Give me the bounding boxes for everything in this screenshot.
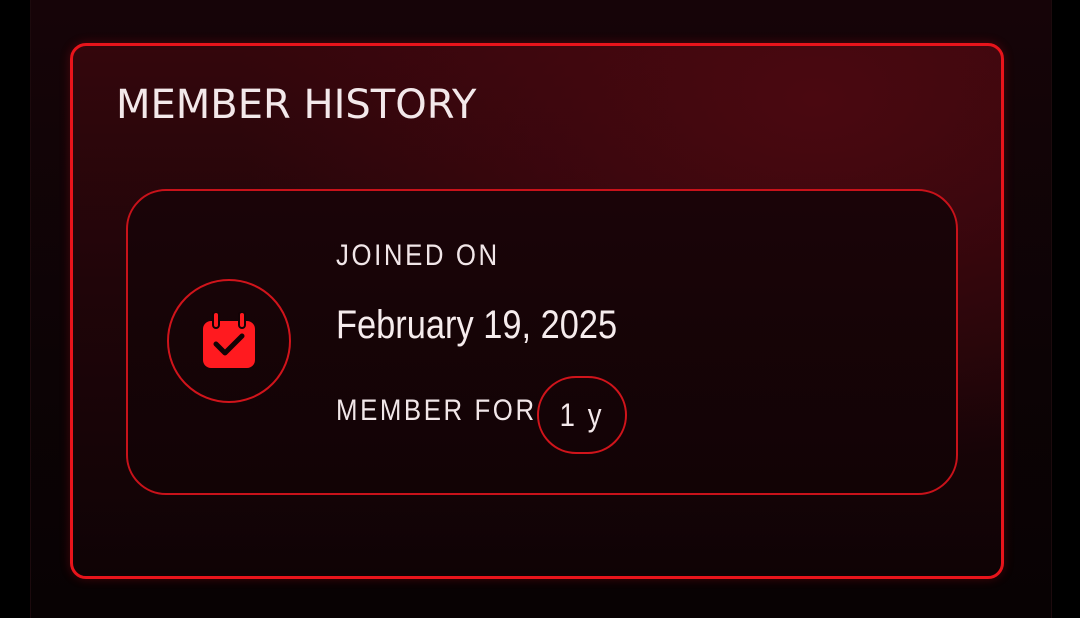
calendar-check-icon xyxy=(203,312,255,368)
membership-duration-badge: 1 y xyxy=(537,376,627,454)
card-title: MEMBER HISTORY xyxy=(116,82,477,128)
member-history-card: MEMBER HISTORY JOINED ON February 19, 20… xyxy=(70,43,1004,579)
member-for-label: MEMBER FOR xyxy=(336,394,537,427)
joined-on-label: JOINED ON xyxy=(336,239,500,272)
joined-info-box: JOINED ON February 19, 2025 MEMBER FOR 1… xyxy=(126,189,958,495)
membership-duration: 1 y xyxy=(559,396,605,433)
calendar-icon-ring xyxy=(167,279,291,403)
joined-date: February 19, 2025 xyxy=(336,303,618,347)
page: MEMBER HISTORY JOINED ON February 19, 20… xyxy=(0,0,1080,618)
